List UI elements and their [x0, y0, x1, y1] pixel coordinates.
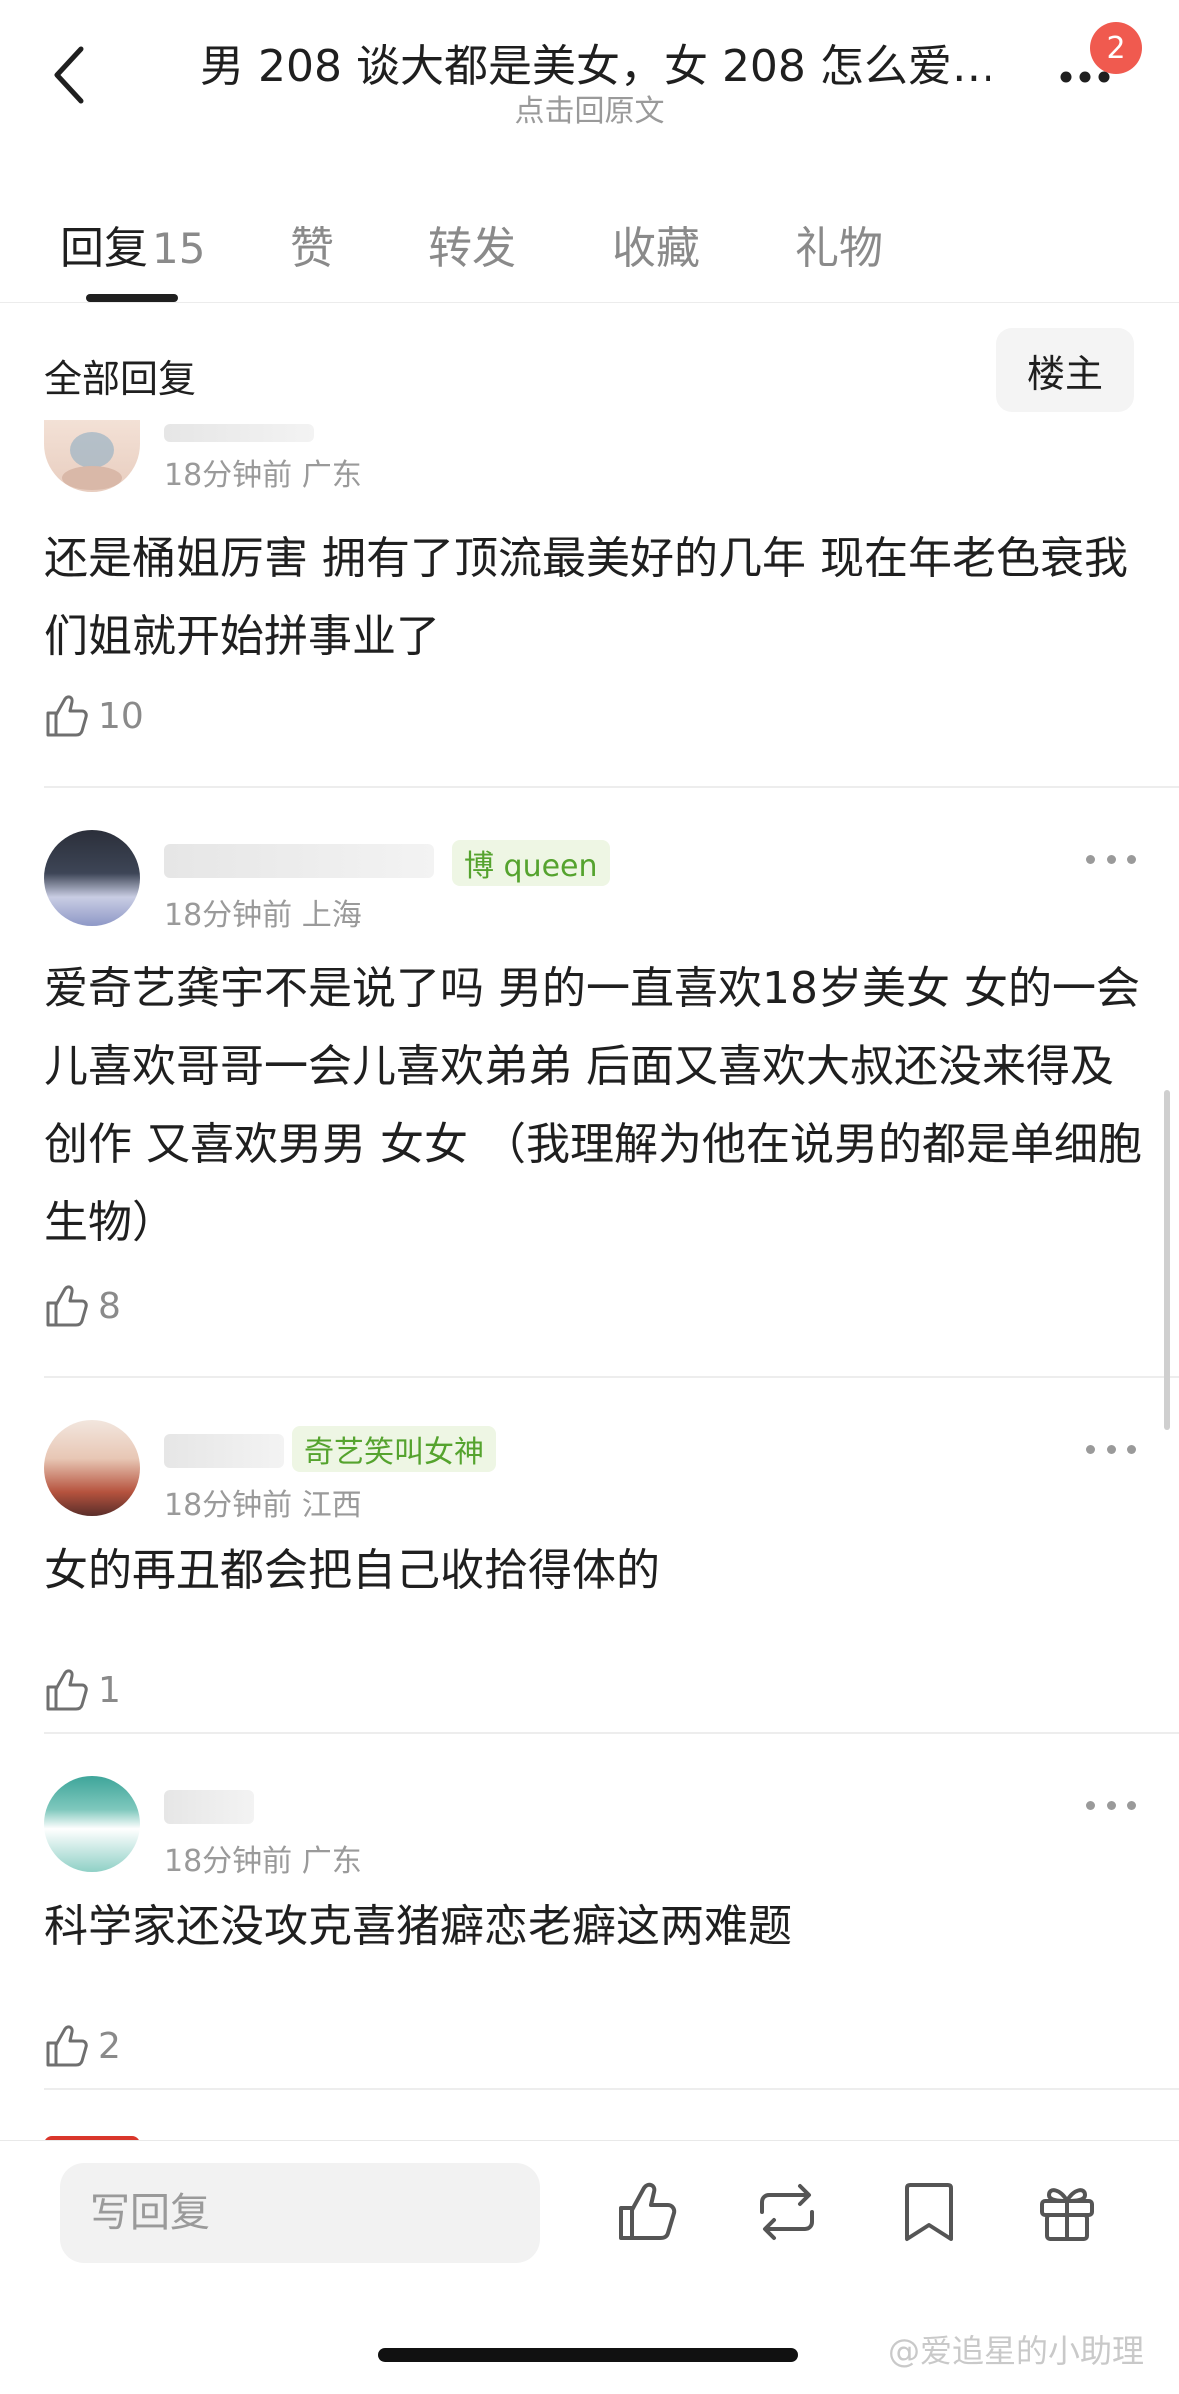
comment-text: 爱奇艺龚宇不是说了吗 男的一直喜欢18岁美女 女的一会儿喜欢哥哥一会儿喜欢弟弟 … — [44, 963, 1142, 1248]
comment-meta: 18分钟前 广东 — [164, 458, 362, 493]
like-count: 8 — [98, 1285, 121, 1327]
username-obscured — [164, 1434, 284, 1468]
thumbs-up-icon — [619, 2182, 677, 2240]
user-title-badge: 博 queen — [452, 840, 610, 886]
tab-favorites[interactable]: 收藏 — [612, 212, 700, 276]
avatar[interactable] — [44, 1420, 140, 1516]
comment-more-button[interactable] — [1086, 1790, 1136, 1820]
username-obscured — [164, 1790, 254, 1824]
avatar[interactable] — [44, 1776, 140, 1872]
all-replies-label: 全部回复 — [44, 357, 197, 401]
comment-text: 科学家还没攻克喜猪癖恋老癖这两难题 — [44, 1901, 792, 1952]
comment-meta: 18分钟前 广东 — [164, 1844, 362, 1879]
tab-replies-count: 15 — [152, 224, 206, 273]
reply-input[interactable] — [60, 2163, 540, 2263]
more-dot — [1106, 1444, 1116, 1454]
more-dot — [1086, 854, 1095, 864]
more-dots-icon — [1060, 71, 1110, 83]
avatar-image — [62, 432, 122, 490]
divider — [44, 1376, 1179, 1378]
top-nav-bar: 男 208 谈大都是美女，女 208 怎么爱… 点击回原文 2 — [0, 0, 1179, 150]
like-post-button[interactable] — [612, 2177, 682, 2247]
comment-text: 还是桶姐厉害 拥有了顶流最美好的几年 现在年老色衰我们姐就开始拼事业了 — [44, 533, 1128, 662]
repost-button[interactable] — [752, 2177, 822, 2247]
op-only-button[interactable]: 楼主 — [996, 328, 1134, 412]
avatar[interactable] — [44, 830, 140, 926]
gift-icon — [1040, 2188, 1094, 2241]
comment-more-button[interactable] — [1086, 1434, 1136, 1464]
home-indicator[interactable] — [378, 2348, 798, 2362]
gift-button[interactable] — [1032, 2177, 1102, 2247]
like-button[interactable]: 10 — [44, 686, 144, 746]
like-button[interactable]: 8 — [44, 1276, 121, 1336]
thumbs-up-icon — [46, 2025, 88, 2067]
divider — [44, 2088, 1179, 2090]
comment-more-button[interactable] — [1086, 844, 1136, 874]
more-dot — [1086, 1444, 1095, 1454]
like-count: 1 — [98, 1669, 121, 1711]
watermark: @爱追星的小助理 — [888, 2332, 1145, 2370]
divider — [44, 786, 1179, 788]
tab-replies[interactable]: 回复15 — [60, 212, 205, 276]
bookmark-icon — [905, 2183, 953, 2241]
more-dot — [1127, 1800, 1136, 1810]
back-to-original-link[interactable]: 点击回原文 — [0, 86, 1179, 130]
like-count: 10 — [98, 695, 144, 737]
repost-icon — [760, 2184, 814, 2240]
more-dot — [1127, 854, 1136, 864]
comment-text: 女的再丑都会把自己收拾得体的 — [44, 1545, 660, 1596]
divider — [44, 1732, 1179, 1734]
bookmark-button[interactable] — [894, 2177, 964, 2247]
thumbs-up-icon — [46, 1285, 88, 1327]
notification-badge: 2 — [1090, 22, 1142, 74]
more-dot — [1106, 1800, 1116, 1810]
tab-likes[interactable]: 赞 — [290, 212, 334, 276]
tab-bar: 回复15 赞 转发 收藏 礼物 — [0, 190, 1179, 303]
more-dot — [1086, 1800, 1095, 1810]
like-count: 2 — [98, 2025, 121, 2067]
page-title: 男 208 谈大都是美女，女 208 怎么爱… — [200, 41, 990, 92]
thumbs-up-icon — [46, 695, 88, 737]
more-dot — [1106, 854, 1116, 864]
scrollbar[interactable] — [1164, 1090, 1170, 1430]
active-tab-indicator — [86, 294, 178, 302]
tab-replies-label: 回复 — [60, 223, 148, 274]
like-button[interactable]: 2 — [44, 2016, 121, 2076]
thumbs-up-icon — [46, 1669, 88, 1711]
like-button[interactable]: 1 — [44, 1660, 121, 1720]
comment-meta: 18分钟前 江西 — [164, 1488, 362, 1523]
more-dot — [1127, 1444, 1136, 1454]
comment-meta: 18分钟前 上海 — [164, 898, 362, 933]
username-obscured — [164, 844, 434, 878]
user-title-badge: 奇艺笑叫女神 — [292, 1426, 496, 1472]
avatar[interactable] — [44, 420, 140, 492]
username-obscured — [164, 424, 314, 442]
tab-reposts[interactable]: 转发 — [428, 212, 516, 276]
tab-gifts[interactable]: 礼物 — [795, 212, 883, 276]
